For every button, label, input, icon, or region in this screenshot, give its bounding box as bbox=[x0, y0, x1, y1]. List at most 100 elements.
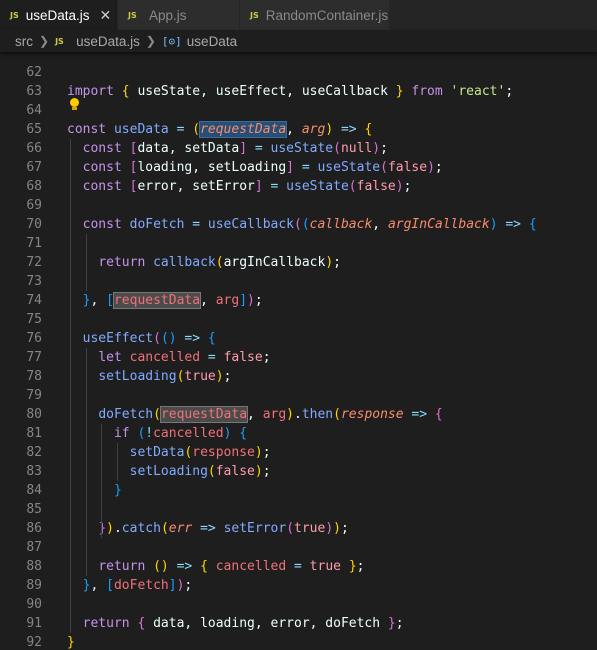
line-number: 91 bbox=[26, 616, 42, 631]
symbol-method-icon: [⊙] bbox=[161, 34, 182, 48]
code-line: 87 bbox=[0, 538, 597, 557]
code-line: 76 useEffect(() => { bbox=[0, 329, 597, 348]
chevron-right-icon: ❯ bbox=[39, 34, 50, 48]
line-number: 81 bbox=[26, 426, 42, 441]
indent-guide bbox=[70, 139, 71, 633]
code-text: }, [requestData, arg]); bbox=[82, 292, 263, 309]
line-number: 62 bbox=[26, 65, 42, 80]
code-line: 79 bbox=[0, 386, 597, 405]
line-number: 77 bbox=[26, 350, 42, 365]
tab-randomcontainer-js[interactable]: JS RandomContainer.js bbox=[240, 0, 390, 30]
line-number: 65 bbox=[26, 122, 42, 137]
code-editor[interactable]: 62 63 import { useState, useEffect, useCal… bbox=[0, 52, 597, 650]
code-line: 90 bbox=[0, 595, 597, 614]
code-line: 85 bbox=[0, 500, 597, 519]
code-text: return () => { cancelled = true }; bbox=[98, 559, 365, 574]
code-line: 73 bbox=[0, 272, 597, 291]
code-text: return callback(argInCallback); bbox=[98, 255, 341, 270]
code-text: }).catch(err => setError(true)); bbox=[98, 521, 349, 536]
breadcrumb-symbol[interactable]: useData bbox=[187, 34, 237, 49]
code-line: 80 doFetch(requestData, arg).then(respon… bbox=[0, 405, 597, 424]
line-number: 79 bbox=[26, 388, 42, 403]
line-number: 73 bbox=[26, 274, 42, 289]
code-text: import { useState, useEffect, useCallbac… bbox=[67, 84, 514, 99]
code-line: 75 bbox=[0, 310, 597, 329]
breadcrumb: src ❯ JS useData.js ❯ [⊙] useData bbox=[0, 30, 597, 52]
line-number: 90 bbox=[26, 597, 42, 612]
code-text: setLoading(false); bbox=[129, 464, 271, 479]
tab-label: useData.js bbox=[25, 7, 90, 23]
code-text: return { data, loading, error, doFetch }… bbox=[82, 616, 404, 631]
indent-guide bbox=[85, 348, 87, 576]
tab-usedata-js[interactable]: JS useData.js ✕ bbox=[0, 0, 118, 30]
code-line: 83 setLoading(false); bbox=[0, 462, 597, 481]
code-line: 72 return callback(argInCallback); bbox=[0, 253, 597, 272]
code-line: 67 const [loading, setLoading] = useStat… bbox=[0, 158, 597, 177]
indent-guide bbox=[85, 234, 87, 291]
code-line: 86 }).catch(err => setError(true)); bbox=[0, 519, 597, 538]
line-number: 83 bbox=[26, 464, 42, 479]
tab-bar: JS useData.js ✕ JS App.js JS RandomContainer.j… bbox=[0, 0, 597, 30]
code-line: 65 const useData = (requestData, arg) => … bbox=[0, 120, 597, 139]
code-text: } bbox=[113, 483, 122, 498]
line-number: 85 bbox=[26, 502, 42, 517]
breadcrumb-file[interactable]: useData.js bbox=[76, 34, 140, 49]
code-line: 78 setLoading(true); bbox=[0, 367, 597, 386]
code-line: 91 return { data, loading, error, doFetc… bbox=[0, 614, 597, 633]
chevron-right-icon: ❯ bbox=[145, 34, 156, 48]
code-text: }, [doFetch]); bbox=[82, 578, 193, 593]
line-number: 69 bbox=[26, 198, 42, 213]
code-line: 81 if (!cancelled) { bbox=[0, 424, 597, 443]
indent-guide bbox=[101, 424, 103, 538]
close-icon[interactable]: ✕ bbox=[100, 7, 112, 24]
code-line: 71 bbox=[0, 234, 597, 253]
line-number: 80 bbox=[26, 407, 42, 422]
tab-app-js[interactable]: JS App.js bbox=[118, 0, 240, 30]
line-number: 86 bbox=[26, 521, 42, 536]
tab-label: App.js bbox=[149, 7, 187, 23]
breadcrumb-folder[interactable]: src bbox=[15, 34, 33, 49]
line-number: 92 bbox=[26, 635, 42, 650]
line-number: 88 bbox=[26, 559, 42, 574]
line-number: 82 bbox=[26, 445, 42, 460]
code-text: const [error, setError] = useState(false… bbox=[82, 179, 412, 194]
line-number: 68 bbox=[26, 179, 42, 194]
line-number: 72 bbox=[26, 255, 42, 270]
code-text: setLoading(true); bbox=[98, 369, 232, 384]
js-icon: JS bbox=[10, 10, 19, 20]
code-line: 64 bbox=[0, 101, 597, 120]
code-line: 69 bbox=[0, 196, 597, 215]
indent-guide bbox=[116, 443, 118, 481]
line-number: 66 bbox=[26, 141, 42, 156]
code-text: useEffect(() => { bbox=[82, 331, 216, 346]
line-number: 64 bbox=[26, 103, 42, 118]
code-line: 68 const [error, setError] = useState(fa… bbox=[0, 177, 597, 196]
line-number: 87 bbox=[26, 540, 42, 555]
line-number: 63 bbox=[26, 84, 42, 99]
line-number: 75 bbox=[26, 312, 42, 327]
code-text: const [loading, setLoading] = useState(f… bbox=[82, 160, 443, 175]
line-number: 78 bbox=[26, 369, 42, 384]
line-number: 76 bbox=[26, 331, 42, 346]
code-line: 82 setData(response); bbox=[0, 443, 597, 462]
js-icon: JS bbox=[250, 10, 259, 20]
line-number: 71 bbox=[26, 236, 42, 251]
code-line: 88 return () => { cancelled = true }; bbox=[0, 557, 597, 576]
line-number: 89 bbox=[26, 578, 42, 593]
code-text: const useData = (requestData, arg) => { bbox=[67, 121, 373, 138]
code-line: 66 const [data, setData] = useState(null… bbox=[0, 139, 597, 158]
code-text: let cancelled = false; bbox=[98, 350, 271, 365]
line-number: 84 bbox=[26, 483, 42, 498]
code-text: if (!cancelled) { bbox=[113, 426, 248, 441]
tab-label: RandomContainer.js bbox=[265, 7, 389, 23]
code-line: 70 const doFetch = useCallback((callback… bbox=[0, 215, 597, 234]
line-number: 67 bbox=[26, 160, 42, 175]
code-line: 77 let cancelled = false; bbox=[0, 348, 597, 367]
js-icon: JS bbox=[128, 10, 137, 20]
line-number: 70 bbox=[26, 217, 42, 232]
code-line: 74 }, [requestData, arg]); bbox=[0, 291, 597, 310]
code-line: 63 import { useState, useEffect, useCallb… bbox=[0, 82, 597, 101]
line-number: 74 bbox=[26, 293, 42, 308]
code-line: 84 } bbox=[0, 481, 597, 500]
code-line: 92} bbox=[0, 633, 597, 650]
